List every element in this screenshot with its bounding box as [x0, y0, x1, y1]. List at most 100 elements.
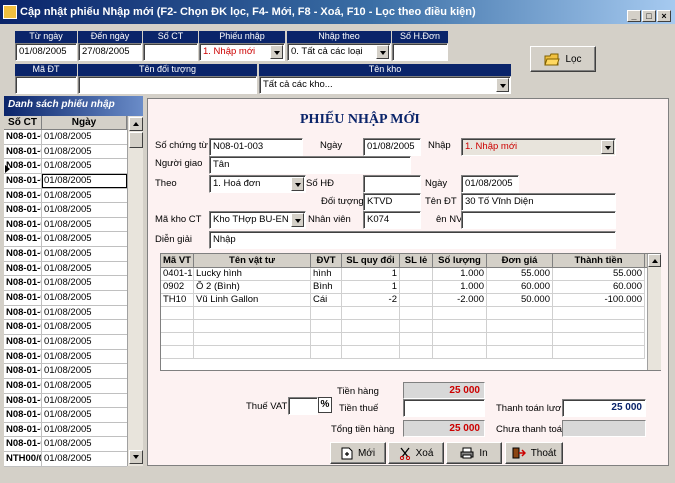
- table-cell[interactable]: Ô 2 (Bình): [194, 281, 311, 294]
- list-item[interactable]: N08-01-0 01/08/2005: [4, 247, 127, 262]
- table-cell[interactable]: [342, 307, 400, 320]
- table-cell[interactable]: TH10: [161, 294, 194, 307]
- grid-col-header[interactable]: Tên vật tư: [194, 254, 311, 267]
- table-cell[interactable]: [433, 307, 487, 320]
- scroll-thumb[interactable]: [129, 132, 143, 148]
- table-cell[interactable]: [487, 307, 553, 320]
- table-cell[interactable]: [400, 268, 433, 281]
- table-cell[interactable]: [487, 346, 553, 359]
- ten-kho-select[interactable]: Tất cả các kho...: [259, 76, 511, 94]
- chevron-down-icon[interactable]: [291, 213, 304, 227]
- table-cell[interactable]: -2: [342, 294, 400, 307]
- table-cell[interactable]: Vũ Linh Gallon: [194, 294, 311, 307]
- thue-vat-input[interactable]: [288, 397, 318, 415]
- so-hd-input[interactable]: [363, 175, 421, 193]
- table-cell[interactable]: [161, 346, 194, 359]
- grid-col-header[interactable]: Số lượng: [433, 254, 487, 267]
- list-item[interactable]: N08-01-0 01/08/2005: [4, 232, 127, 248]
- list-item[interactable]: N08-01-0 01/08/2005: [4, 378, 127, 394]
- chevron-down-icon[interactable]: [496, 78, 509, 92]
- list-item[interactable]: N08-01-0 01/08/2005: [4, 130, 127, 145]
- table-cell[interactable]: [161, 307, 194, 320]
- list-item[interactable]: N08-01-0 01/08/2005: [4, 276, 127, 292]
- table-cell[interactable]: [161, 333, 194, 346]
- nhan-vien-input[interactable]: K074: [363, 211, 421, 229]
- table-cell[interactable]: [342, 320, 400, 333]
- table-cell[interactable]: [400, 333, 433, 346]
- table-cell[interactable]: [194, 346, 311, 359]
- ma-kho-select[interactable]: Kho THợp BU-EN: [209, 211, 306, 229]
- list-item[interactable]: N08-01-0 01/08/2005: [4, 217, 127, 233]
- table-cell[interactable]: 0902: [161, 281, 194, 294]
- new-button[interactable]: Mới: [330, 442, 386, 464]
- nhap-theo-select[interactable]: 0. Tất cả các loại: [287, 43, 391, 61]
- table-cell[interactable]: 55.000: [487, 268, 553, 281]
- list-item[interactable]: N08-01-0 01/08/2005: [4, 291, 127, 306]
- minimize-button[interactable]: _: [627, 10, 641, 22]
- ngay-input[interactable]: 01/08/2005: [363, 138, 421, 156]
- ten-doi-tuong-input[interactable]: [78, 76, 257, 94]
- maximize-button[interactable]: □: [642, 10, 656, 22]
- list-item[interactable]: N08-01-0 01/08/2005: [4, 320, 127, 335]
- table-cell[interactable]: [161, 320, 194, 333]
- grid-scroll-up-icon[interactable]: [648, 254, 661, 267]
- table-cell[interactable]: Cái: [311, 294, 342, 307]
- table-cell[interactable]: [400, 307, 433, 320]
- tu-ngay-input[interactable]: 01/08/2005: [15, 43, 77, 61]
- list-item[interactable]: N08-01-0 01/08/2005: [4, 422, 127, 438]
- table-cell[interactable]: [342, 333, 400, 346]
- filter-button[interactable]: Lọc: [530, 46, 596, 72]
- table-cell[interactable]: [311, 320, 342, 333]
- grid-scrollbar[interactable]: [647, 254, 661, 370]
- nhap-select[interactable]: 1. Nhập mới: [461, 138, 616, 156]
- table-cell[interactable]: [553, 333, 645, 346]
- list-scrollbar[interactable]: [127, 116, 143, 466]
- phieu-nhap-select[interactable]: 1. Nhập mới: [199, 43, 285, 61]
- ten-nv-input[interactable]: [461, 211, 616, 229]
- table-cell[interactable]: 1.000: [433, 268, 487, 281]
- table-cell[interactable]: [400, 281, 433, 294]
- chevron-down-icon[interactable]: [270, 45, 283, 59]
- list-item[interactable]: N08-01-0 01/08/2005: [4, 144, 127, 160]
- table-cell[interactable]: [553, 346, 645, 359]
- table-row[interactable]: [161, 307, 660, 320]
- table-cell[interactable]: [311, 346, 342, 359]
- table-cell[interactable]: [194, 320, 311, 333]
- table-cell[interactable]: [433, 346, 487, 359]
- table-cell[interactable]: 1: [342, 268, 400, 281]
- so-hdon-input[interactable]: [392, 43, 448, 61]
- den-ngay-input[interactable]: 27/08/2005: [78, 43, 142, 61]
- table-row[interactable]: [161, 333, 660, 346]
- table-cell[interactable]: [194, 333, 311, 346]
- table-cell[interactable]: 60.000: [487, 281, 553, 294]
- table-cell[interactable]: [487, 320, 553, 333]
- chevron-down-icon[interactable]: [376, 45, 389, 59]
- table-cell[interactable]: -2.000: [433, 294, 487, 307]
- grid-col-header[interactable]: Thành tiền: [553, 254, 645, 267]
- table-cell[interactable]: 1.000: [433, 281, 487, 294]
- list-item[interactable]: N08-01-0 01/08/2005: [4, 334, 127, 350]
- table-cell[interactable]: [433, 320, 487, 333]
- table-cell[interactable]: 0401-1: [161, 268, 194, 281]
- table-cell[interactable]: 1: [342, 281, 400, 294]
- table-cell[interactable]: 55.000: [553, 268, 645, 281]
- grid-col-header[interactable]: Đơn giá: [487, 254, 553, 267]
- table-row[interactable]: 0401-1 Lucky hình hình 1 1.000 55.000 55.000: [161, 268, 660, 281]
- so-chung-tu-input[interactable]: N08-01-003: [209, 138, 303, 156]
- list-col-ngay[interactable]: Ngày: [42, 116, 127, 129]
- scroll-up-icon[interactable]: [129, 117, 143, 131]
- table-cell[interactable]: [400, 320, 433, 333]
- table-cell[interactable]: hình: [311, 268, 342, 281]
- scroll-down-icon[interactable]: [129, 450, 143, 464]
- print-button[interactable]: In: [446, 442, 502, 464]
- table-cell[interactable]: Lucky hình: [194, 268, 311, 281]
- list-item[interactable]: N08-01-0 01/08/2005: [4, 393, 127, 409]
- thanh-toan-input[interactable]: 25 000: [562, 399, 646, 417]
- list-item[interactable]: N08-01-0 01/08/2005: [4, 364, 127, 379]
- table-cell[interactable]: 60.000: [553, 281, 645, 294]
- grid-col-header[interactable]: ĐVT: [311, 254, 342, 267]
- grid-col-header[interactable]: Mã VT: [161, 254, 194, 267]
- theo-select[interactable]: 1. Hoá đơn: [209, 175, 306, 193]
- doi-tuong-input[interactable]: KTVD: [363, 193, 421, 211]
- exit-button[interactable]: Thoát: [505, 442, 563, 464]
